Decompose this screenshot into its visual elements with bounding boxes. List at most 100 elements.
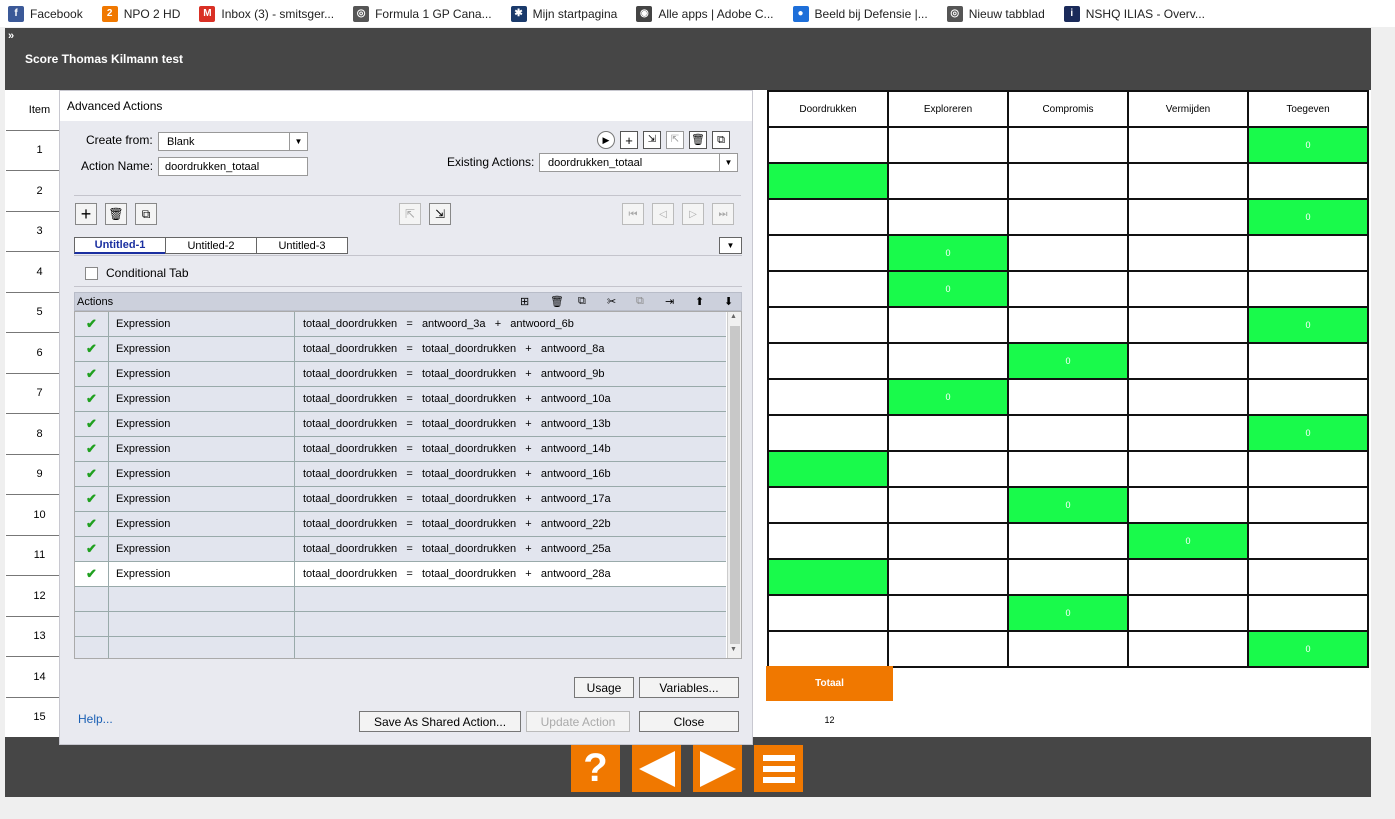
paste-icon[interactable]: ⇱ — [399, 203, 421, 225]
scrollbar[interactable]: ▲ ▼ — [727, 312, 741, 658]
tab-3[interactable]: Untitled-3 — [256, 237, 348, 254]
action-name-input[interactable]: doordrukken_totaal — [158, 157, 308, 176]
prev-icon[interactable]: ◁ — [652, 203, 674, 225]
preview-icon[interactable]: ▶ — [597, 131, 615, 149]
bookmark-label: Beeld bij Defensie |... — [814, 6, 928, 21]
variables-button[interactable]: Variables... — [639, 677, 739, 698]
close-button[interactable]: Close — [639, 711, 739, 732]
grid-cell: 0 — [1007, 342, 1129, 380]
tab-2[interactable]: Untitled-2 — [165, 237, 257, 254]
duplicate-icon[interactable]: ⧉ — [712, 131, 730, 149]
bookmark-item[interactable]: i NSHQ ILIAS - Overv... — [1063, 5, 1205, 22]
delete-tab-icon[interactable]: 🗑 — [105, 203, 127, 225]
next-button[interactable] — [693, 745, 742, 792]
previous-button[interactable] — [632, 745, 681, 792]
grid-cell — [1007, 270, 1129, 308]
grid-row: 0 — [767, 126, 1369, 164]
empty-action-row[interactable] — [75, 637, 726, 658]
menu-button[interactable] — [754, 745, 803, 792]
grid-cell — [1007, 522, 1129, 560]
move-up-icon[interactable]: ⬆ — [695, 295, 704, 308]
grid-cell — [1007, 234, 1129, 272]
grid-cell — [1007, 306, 1129, 344]
action-row[interactable]: ✔ Expression totaal_doordrukken = totaal_d… — [75, 437, 726, 462]
grid-cell — [1247, 558, 1369, 596]
existing-actions-value: doordrukken_totaal — [548, 156, 643, 169]
grid-row: 0 — [767, 594, 1369, 632]
add-tab-icon[interactable]: + — [75, 203, 97, 225]
action-row[interactable]: ✔ Expression totaal_doordrukken = totaal_d… — [75, 362, 726, 387]
bookmark-item[interactable]: ◎ Nieuw tabblad — [946, 5, 1045, 22]
grid-cell — [1127, 450, 1249, 488]
indent-icon[interactable]: ⇥ — [665, 295, 674, 308]
trash-icon[interactable]: 🗑 — [689, 131, 707, 149]
scroll-down-icon[interactable]: ▼ — [730, 646, 737, 653]
export-icon[interactable]: ⇱ — [666, 131, 684, 149]
scroll-thumb[interactable] — [730, 326, 740, 644]
grid-row — [767, 162, 1369, 200]
save-shared-action-button[interactable]: Save As Shared Action... — [359, 711, 521, 732]
bookmark-item[interactable]: ✱ Mijn startpagina — [510, 5, 617, 22]
grid-cell — [1007, 378, 1129, 416]
usage-button[interactable]: Usage — [574, 677, 634, 698]
existing-actions-select[interactable]: doordrukken_totaal ▼ — [539, 153, 738, 172]
action-row[interactable]: ✔ Expression totaal_doordrukken = totaal_d… — [75, 562, 726, 587]
grid-cell — [767, 486, 889, 524]
bookmark-item[interactable]: ◎ Formula 1 GP Cana... — [353, 5, 492, 22]
grid-cell — [1007, 198, 1129, 236]
scroll-up-icon[interactable]: ▲ — [730, 313, 737, 320]
empty-action-row[interactable] — [75, 587, 726, 612]
grid-cell — [1127, 162, 1249, 200]
grid-cell — [767, 630, 889, 668]
cut-icon[interactable]: ✂ — [607, 295, 616, 308]
import-icon[interactable]: ⇲ — [643, 131, 661, 149]
first-icon[interactable]: ⏮ — [622, 203, 644, 225]
help-link[interactable]: Help... — [78, 712, 113, 726]
add-icon[interactable]: + — [620, 131, 638, 149]
create-from-label: Create from: — [86, 133, 153, 147]
insert-icon[interactable]: ⊞ — [520, 295, 529, 308]
action-type — [109, 637, 295, 658]
column-header: Toegeven — [1247, 90, 1369, 128]
action-row[interactable]: ✔ Expression totaal_doordrukken = antwoord… — [75, 312, 726, 337]
collapse-toggle[interactable]: » — [8, 30, 14, 42]
copy-tab-icon[interactable]: ⧉ — [135, 203, 157, 225]
copy-icon[interactable]: ⧉ — [578, 295, 586, 308]
conditional-tab-checkbox[interactable] — [85, 267, 98, 280]
next-icon[interactable]: ▷ — [682, 203, 704, 225]
action-expression: totaal_doordrukken = antwoord_3a + antwo… — [303, 318, 574, 330]
empty-action-row[interactable] — [75, 612, 726, 637]
bookmarks-bar: f Facebook 2 NPO 2 HD M Inbox (3) - smitsger.… — [0, 0, 1395, 27]
grid-cell — [1127, 558, 1249, 596]
action-row[interactable]: ✔ Expression totaal_doordrukken = totaal_d… — [75, 337, 726, 362]
help-nav-button[interactable]: ? — [571, 745, 620, 792]
action-row[interactable]: ✔ Expression totaal_doordrukken = totaal_d… — [75, 412, 726, 437]
create-from-select[interactable]: Blank ▼ — [158, 132, 308, 151]
action-row[interactable]: ✔ Expression totaal_doordrukken = totaal_d… — [75, 537, 726, 562]
bookmark-item[interactable]: ◉ Alle apps | Adobe C... — [636, 5, 774, 22]
bookmark-item[interactable]: f Facebook — [8, 5, 83, 22]
action-row[interactable]: ✔ Expression totaal_doordrukken = totaal_d… — [75, 462, 726, 487]
import-tab-icon[interactable]: ⇲ — [429, 203, 451, 225]
bookmark-item[interactable]: ● Beeld bij Defensie |... — [792, 5, 928, 22]
paste-icon[interactable]: ⧉ — [636, 295, 644, 308]
action-type — [109, 587, 295, 611]
grid-cell: 0 — [1247, 306, 1369, 344]
update-action-button[interactable]: Update Action — [526, 711, 630, 732]
action-row[interactable]: ✔ Expression totaal_doordrukken = totaal_d… — [75, 512, 726, 537]
bookmark-item[interactable]: M Inbox (3) - smitsger... — [199, 5, 334, 22]
chevron-down-icon: ▼ — [289, 133, 307, 150]
tab-dropdown-icon[interactable]: ▼ — [719, 237, 742, 254]
grid-cell: 0 — [887, 234, 1009, 272]
last-icon[interactable]: ⏭ — [712, 203, 734, 225]
action-row[interactable]: ✔ Expression totaal_doordrukken = totaal_d… — [75, 487, 726, 512]
ilias-icon: i — [1063, 5, 1080, 22]
action-row[interactable]: ✔ Expression totaal_doordrukken = totaal_d… — [75, 387, 726, 412]
trash-icon[interactable]: 🗑 — [550, 295, 564, 308]
bookmark-item[interactable]: 2 NPO 2 HD — [101, 5, 180, 22]
bookmark-label: Nieuw tabblad — [968, 6, 1045, 21]
move-down-icon[interactable]: ⬇ — [724, 295, 733, 308]
tab-1[interactable]: Untitled-1 — [74, 237, 166, 254]
grid-cell — [887, 126, 1009, 164]
action-expression: totaal_doordrukken = totaal_doordrukken … — [303, 343, 605, 355]
